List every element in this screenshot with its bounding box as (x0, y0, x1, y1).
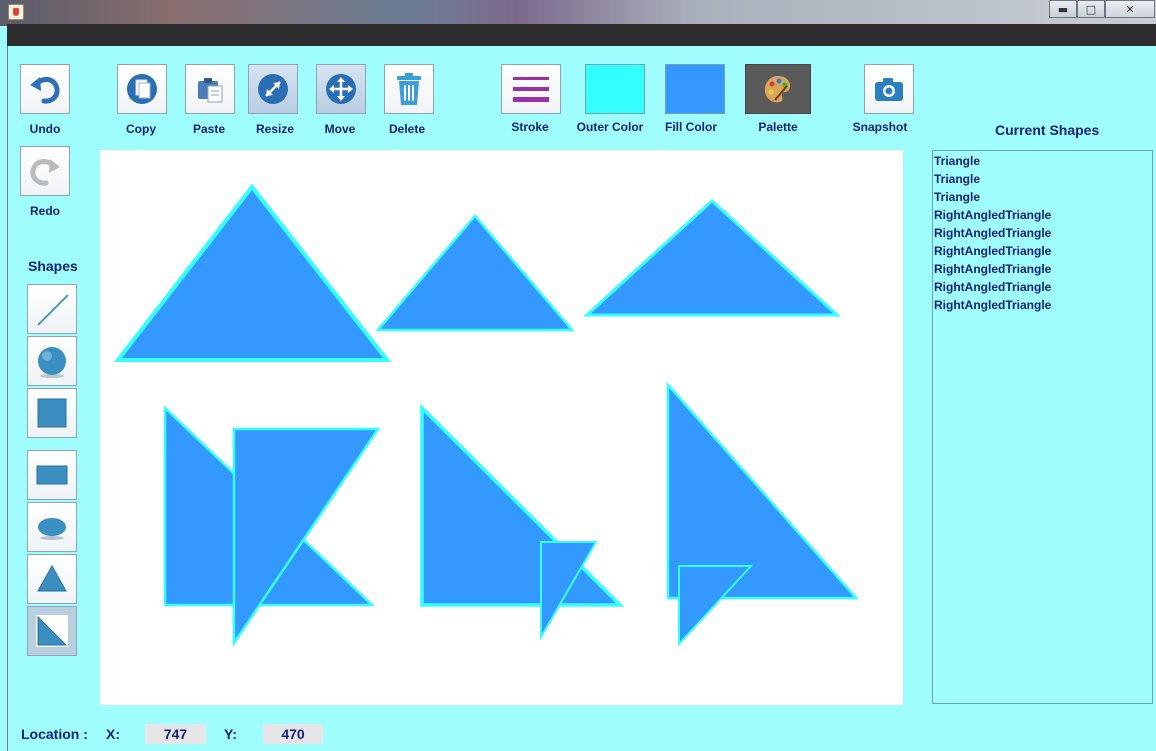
shape-list-item[interactable]: Triangle (934, 154, 1152, 172)
triangle-shape[interactable] (113, 183, 392, 362)
redo-label: Redo (30, 204, 60, 218)
triangle-shape[interactable] (583, 198, 841, 317)
rectangle-tool-button[interactable] (27, 450, 77, 500)
shape-list-item[interactable]: RightAngledTriangle (934, 262, 1152, 280)
snapshot-button[interactable] (864, 64, 914, 114)
outer-color-label: Outer Color (576, 120, 644, 134)
line-icon (37, 294, 69, 326)
x-coordinate-value: 747 (145, 724, 206, 744)
shape-list-item[interactable]: RightAngledTriangle (934, 244, 1152, 262)
resize-button[interactable] (248, 64, 298, 114)
java-app-icon (8, 4, 24, 20)
snapshot-label: Snapshot (852, 120, 908, 134)
ellipse-icon (38, 518, 66, 540)
undo-icon (30, 77, 60, 104)
delete-label: Delete (388, 122, 426, 136)
resize-icon (258, 74, 288, 104)
maximize-button[interactable]: □ (1077, 0, 1105, 18)
close-button[interactable]: ✕ (1105, 0, 1155, 18)
fill-color-swatch[interactable] (665, 64, 725, 114)
undo-button[interactable] (20, 64, 70, 114)
menu-bar (7, 24, 1156, 46)
right-triangle-shape[interactable] (232, 427, 381, 648)
window-titlebar: ▬ □ ✕ (0, 0, 1156, 26)
move-button[interactable] (316, 64, 366, 114)
shapes-panel-title: Shapes (28, 258, 78, 274)
shape-list-item[interactable]: Triangle (934, 190, 1152, 208)
palette-icon (764, 76, 791, 103)
square-icon (37, 398, 67, 428)
canvas-shapes (113, 183, 859, 648)
square-tool-button[interactable] (27, 388, 77, 438)
line-tool-button[interactable] (27, 284, 77, 334)
right-triangle-shape[interactable] (678, 565, 754, 647)
shape-list-item[interactable]: RightAngledTriangle (934, 208, 1152, 226)
right-triangle-tool-button[interactable] (27, 606, 77, 656)
fill-color-label: Fill Color (665, 120, 717, 134)
triangle-shape[interactable] (375, 214, 575, 332)
triangle-tool-button[interactable] (27, 554, 77, 604)
camera-icon (875, 78, 903, 101)
shape-list-item[interactable]: RightAngledTriangle (934, 226, 1152, 244)
redo-icon (30, 159, 60, 186)
right-triangle-shape[interactable] (420, 403, 625, 607)
stroke-button[interactable] (501, 64, 561, 114)
copy-icon (127, 74, 157, 104)
y-label: Y: (224, 726, 237, 742)
minimize-button[interactable]: ▬ (1049, 0, 1077, 18)
stroke-icon (513, 77, 549, 102)
window-controls: ▬ □ ✕ (1049, 0, 1155, 18)
palette-label: Palette (758, 120, 798, 134)
move-icon (326, 74, 356, 104)
x-label: X: (106, 726, 120, 742)
sphere-icon (38, 347, 66, 378)
y-coordinate-value: 470 (263, 724, 323, 744)
location-label: Location : (21, 726, 88, 742)
redo-button[interactable] (20, 146, 70, 196)
sphere-tool-button[interactable] (27, 336, 77, 386)
shape-list-item[interactable]: Triangle (934, 172, 1152, 190)
paste-button[interactable] (185, 64, 235, 114)
right-triangle-icon (36, 615, 68, 647)
drawing-canvas[interactable] (100, 150, 903, 705)
paste-icon (198, 78, 223, 103)
palette-button[interactable] (745, 64, 811, 114)
current-shapes-title: Current Shapes (995, 122, 1100, 138)
ellipse-tool-button[interactable] (27, 502, 77, 552)
triangle-icon (37, 564, 67, 592)
trash-icon (397, 73, 421, 105)
delete-button[interactable] (384, 64, 434, 114)
shape-list-item[interactable]: RightAngledTriangle (934, 280, 1152, 298)
current-shapes-list[interactable]: Triangle Triangle Triangle RightAngledTrian… (932, 150, 1153, 704)
outer-color-swatch[interactable] (585, 64, 645, 114)
copy-button[interactable] (117, 64, 167, 114)
shape-list-item[interactable]: RightAngledTriangle (934, 298, 1152, 316)
undo-label: Undo (29, 122, 61, 136)
stroke-label: Stroke (511, 120, 549, 134)
rectangle-icon (36, 465, 68, 485)
